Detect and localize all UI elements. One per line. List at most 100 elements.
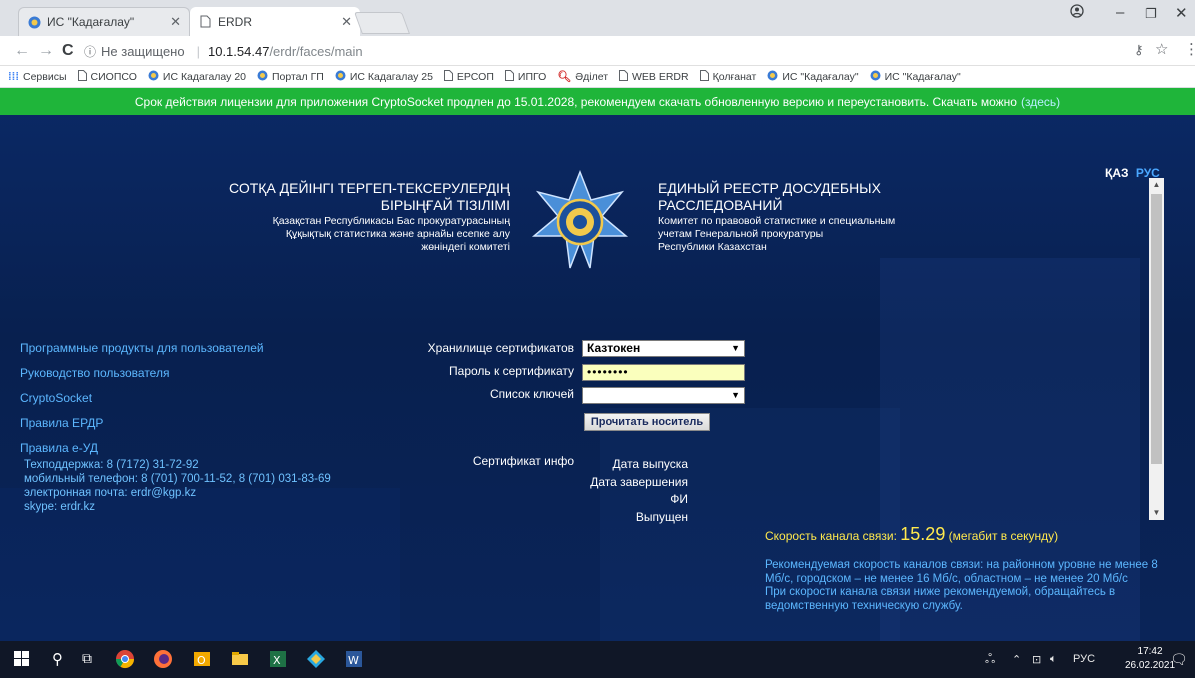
bookmark-item[interactable]: ИС Кадагалау 25 <box>335 70 433 84</box>
divider: | <box>196 43 200 59</box>
search-icon: 🔍︎ <box>557 71 572 83</box>
info-icon[interactable]: ⓘ <box>84 43 96 60</box>
download-link[interactable]: (здесь) <box>1021 95 1060 109</box>
taskbar: ⚲ ⧉ O X W ஃ ⌃ ⊡ 🔈︎ РУС 17:42 26.02.2021 … <box>0 641 1195 678</box>
cert-issued-by: Выпущен <box>635 509 688 524</box>
bookmark-item[interactable]: ИПГО <box>504 69 547 84</box>
menu-icon[interactable]: ⋮ <box>1184 40 1195 58</box>
tab-title: ИС "Кадағалау" <box>47 15 135 29</box>
header-kz-subtitle: Құқықтық статистика және арнайы есепке а… <box>285 228 510 240</box>
excel-icon[interactable]: X <box>268 649 288 674</box>
windows-start-icon[interactable] <box>14 651 29 671</box>
window-close-icon[interactable]: ✕ <box>1175 4 1188 22</box>
bookmark-item[interactable]: Портал ГП <box>257 70 324 84</box>
cert-info-label: Сертификат инфо <box>472 454 574 468</box>
bookmark-label: ИС Кадагалау 20 <box>162 70 246 83</box>
scroll-down-icon[interactable]: ▼ <box>1149 506 1164 520</box>
url-path: /erdr/faces/main <box>269 43 363 59</box>
link-eud-rules[interactable]: Правила е-УД <box>20 441 264 455</box>
scroll-up-icon[interactable]: ▲ <box>1149 178 1164 192</box>
page-content: Срок действия лицензии для приложения Cr… <box>0 88 1195 641</box>
word-icon[interactable]: W <box>344 649 364 674</box>
bookmark-item[interactable]: ИС "Кадағалау" <box>767 70 859 84</box>
back-icon[interactable]: ← <box>14 42 30 60</box>
app-icon[interactable] <box>306 649 326 674</box>
link-erdr-rules[interactable]: Правила ЕРДР <box>20 416 264 430</box>
bookmarks-bar: ⁞⁞⁞ Сервисы СИОПСО ИС Кадагалау 20 Портал ГП… <box>0 66 1195 88</box>
bookmark-item[interactable]: ИС Кадагалау 20 <box>148 70 246 84</box>
chrome-icon[interactable] <box>115 649 135 674</box>
recommend-text: При скорости канала связи ниже рекоменду… <box>765 586 1116 612</box>
restore-icon[interactable]: ❐ <box>1145 6 1157 22</box>
bookmark-item[interactable]: СИОПСО <box>77 69 137 84</box>
password-input[interactable]: •••••••• <box>582 364 745 381</box>
user-links: Программные продукты для пользователей Р… <box>20 341 264 466</box>
page-icon <box>699 69 709 84</box>
support-contacts: Техподдержка: 8 (7172) 31-72-92 мобильны… <box>24 458 331 514</box>
notice-text: Срок действия лицензии для приложения Cr… <box>134 94 1017 109</box>
speed-recommendation: Рекомендуемая скорость каналов связи: на… <box>765 559 1165 613</box>
network-icon[interactable]: ⊡ <box>1032 653 1041 666</box>
svg-text:W: W <box>348 654 359 667</box>
bookmark-label: ИПГО <box>517 70 547 83</box>
tab-erdr[interactable]: ERDR ✕ <box>190 7 360 36</box>
header-kz-title: СОТҚА ДЕЙІНГІ ТЕРГЕП-ТЕКСЕРУЛЕРДІҢ <box>229 180 510 196</box>
link-software-products[interactable]: Программные продукты для пользователей <box>20 341 264 355</box>
key-icon[interactable]: ⚷ <box>1134 42 1144 58</box>
page-icon <box>619 69 629 84</box>
scrollbar-thumb[interactable] <box>1151 194 1162 464</box>
chevron-up-icon[interactable]: ⌃ <box>1012 653 1021 666</box>
storage-select[interactable]: Казтокен ▼ <box>582 340 745 357</box>
bookmark-label: Сервисы <box>23 70 67 83</box>
close-icon[interactable]: ✕ <box>170 14 181 30</box>
link-user-guide[interactable]: Руководство пользователя <box>20 366 264 380</box>
profile-icon[interactable] <box>1070 4 1084 22</box>
bookmark-item[interactable]: Қолғанат <box>699 69 756 84</box>
address-input[interactable]: ⓘ Не защищено | 10.1.54.47/erdr/faces/ma… <box>84 40 1174 62</box>
firefox-icon[interactable] <box>153 649 173 674</box>
header-ru-title: ЕДИНЫЙ РЕЕСТР ДОСУДЕБНЫХ <box>658 180 881 196</box>
tab-title: ERDR <box>218 14 253 29</box>
forward-icon[interactable]: → <box>38 42 54 60</box>
clock[interactable]: 17:42 26.02.2021 <box>1125 645 1175 673</box>
emblem-icon <box>767 70 778 84</box>
scrollbar[interactable]: ▲ ▼ <box>1149 178 1164 520</box>
star-icon[interactable]: ☆ <box>1155 40 1168 58</box>
header-ru-subtitle: Республики Казахстан <box>658 241 767 253</box>
tab-kadagalau[interactable]: ИС "Кадағалау" ✕ <box>18 7 190 36</box>
close-icon[interactable]: ✕ <box>341 14 352 30</box>
address-bar-row: ← → C ⓘ Не защищено | 10.1.54.47/erdr/fa… <box>0 36 1195 66</box>
minimize-icon[interactable]: – <box>1116 4 1124 21</box>
bookmark-item[interactable]: ИС "Кадағалау" <box>870 70 961 84</box>
input-language[interactable]: РУС <box>1073 653 1095 665</box>
outlook-icon[interactable]: O <box>192 649 212 674</box>
keys-label: Список ключей <box>489 387 574 401</box>
notification-icon[interactable]: 🗨︎ <box>1170 651 1188 668</box>
bookmark-item[interactable]: ⁞⁞⁞ Сервисы <box>8 71 67 83</box>
task-view-icon[interactable]: ⧉ <box>82 650 92 667</box>
prosecutor-emblem-icon <box>531 170 629 269</box>
link-cryptosocket[interactable]: CryptoSocket <box>20 391 264 405</box>
people-icon[interactable]: ஃ <box>985 651 995 668</box>
speed-value: 15.29 <box>900 524 946 544</box>
read-media-button[interactable]: Прочитать носитель <box>584 413 710 431</box>
lang-kaz[interactable]: ҚАЗ <box>1105 166 1129 180</box>
header-ru-title: РАССЛЕДОВАНИЙ <box>658 197 783 213</box>
speed-unit: (мегабит в секунду) <box>948 529 1059 543</box>
keys-select[interactable]: ▼ <box>582 387 745 404</box>
reload-icon[interactable]: C <box>62 42 74 60</box>
cert-expiry-date: Дата завершения <box>590 474 688 489</box>
page-icon <box>443 69 453 84</box>
file-explorer-icon[interactable] <box>230 649 250 674</box>
new-tab-button[interactable] <box>353 12 411 34</box>
bookmark-item[interactable]: WEB ERDR <box>619 69 689 84</box>
clock-date: 26.02.2021 <box>1125 660 1176 671</box>
support-phone: Техподдержка: 8 (7172) 31-72-92 <box>24 459 199 471</box>
page-icon <box>77 69 87 84</box>
volume-icon[interactable]: 🔈︎ <box>1050 653 1057 666</box>
bookmark-item[interactable]: ЕРСОП <box>443 69 494 84</box>
bookmark-item[interactable]: 🔍︎ Әділет <box>557 70 608 84</box>
search-icon[interactable]: ⚲ <box>52 650 63 668</box>
license-notice-banner: Срок действия лицензии для приложения Cr… <box>0 88 1195 115</box>
bookmark-label: ИС "Кадағалау" <box>884 70 961 83</box>
